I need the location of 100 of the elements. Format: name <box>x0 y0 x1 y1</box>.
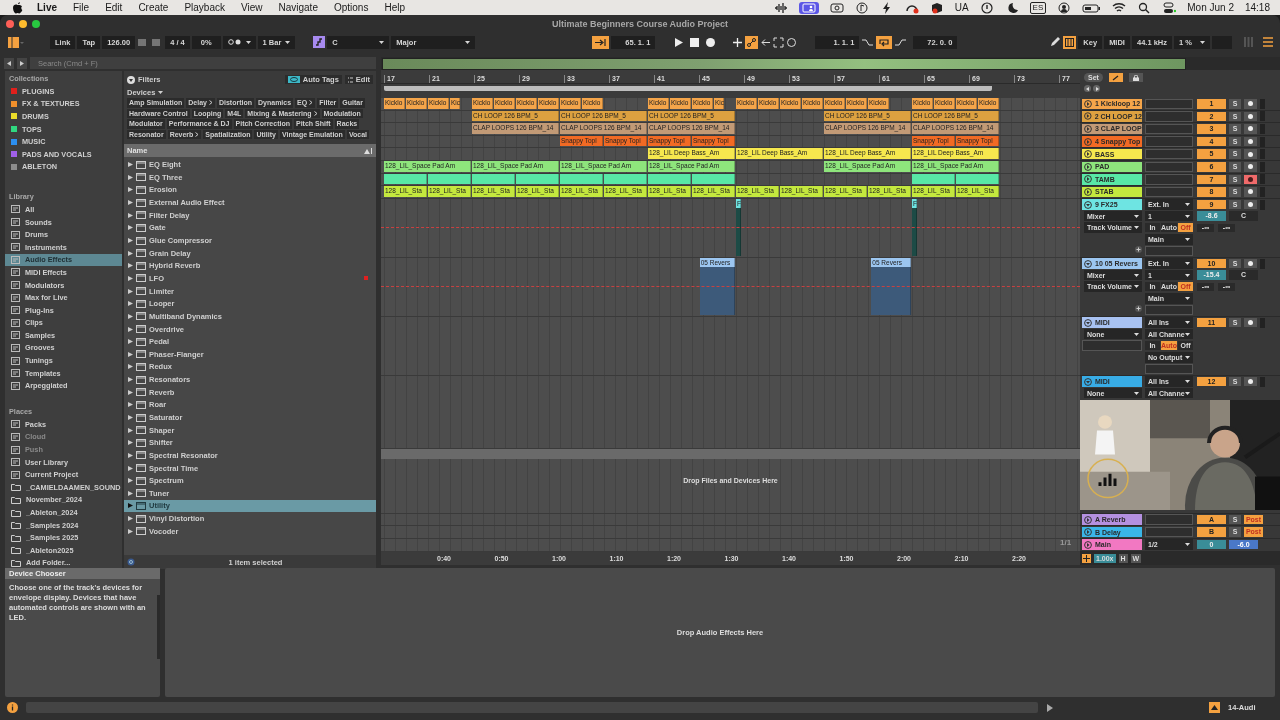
loop-button[interactable] <box>876 35 893 49</box>
fold-triangle-icon[interactable] <box>1087 177 1090 182</box>
close-button[interactable] <box>6 20 14 28</box>
menu-item[interactable]: File <box>65 2 98 13</box>
fold-triangle-icon[interactable] <box>1087 139 1090 144</box>
fold-circle-icon[interactable] <box>1084 150 1092 159</box>
arm-button[interactable] <box>1244 162 1257 172</box>
input-field[interactable] <box>1145 123 1193 135</box>
audio-clip[interactable] <box>692 173 735 185</box>
fold-circle-icon[interactable] <box>1084 187 1092 196</box>
fold-circle-icon[interactable] <box>1084 99 1092 108</box>
fit-icon[interactable] <box>1082 553 1091 563</box>
menu-item[interactable]: Playback <box>176 2 233 13</box>
triangle-icon[interactable] <box>128 465 133 471</box>
fold-circle-icon[interactable] <box>1084 137 1092 146</box>
right-arrow-button[interactable] <box>1093 85 1100 92</box>
fold-triangle-icon[interactable] <box>1086 380 1090 384</box>
fold-circle-icon[interactable] <box>1084 528 1092 537</box>
input-field[interactable] <box>1145 161 1193 172</box>
audio-clip[interactable] <box>516 173 559 185</box>
fold-circle-icon[interactable] <box>1084 175 1092 184</box>
track-icon[interactable] <box>1209 702 1220 713</box>
arm-button[interactable] <box>1244 317 1257 328</box>
play-icon[interactable] <box>673 36 685 48</box>
screen-share-button[interactable] <box>798 1 819 14</box>
pencil-icon[interactable] <box>1049 36 1062 48</box>
menu-icon[interactable] <box>1262 36 1274 48</box>
triangle-icon[interactable] <box>128 415 133 420</box>
audio-clip[interactable] <box>604 173 647 185</box>
apple-icon[interactable] <box>12 1 23 14</box>
fold-circle-icon[interactable] <box>1084 515 1092 524</box>
fold-circle-icon[interactable] <box>1084 318 1092 327</box>
fold-circle-icon[interactable] <box>1084 125 1092 133</box>
back-button[interactable] <box>4 57 14 69</box>
audio-clip[interactable] <box>560 173 603 185</box>
control-center-icon[interactable] <box>1162 1 1177 14</box>
menu-item[interactable]: View <box>232 2 271 13</box>
menu-item[interactable]: Create <box>130 2 177 13</box>
arm-button[interactable] <box>1244 149 1257 159</box>
back-to-arrangement-button[interactable] <box>592 35 610 49</box>
fold-triangle-icon[interactable] <box>1086 321 1090 325</box>
menu-item[interactable]: Navigate <box>270 2 326 13</box>
input-field[interactable] <box>1145 526 1193 538</box>
alert-circle-icon[interactable] <box>979 1 994 14</box>
output-field[interactable] <box>1145 245 1193 257</box>
arm-button[interactable] <box>1244 376 1257 387</box>
minimize-button[interactable] <box>19 20 27 28</box>
circle-icon[interactable] <box>786 36 798 48</box>
panel-toggle-icon[interactable] <box>8 36 24 48</box>
date-text[interactable]: Mon Jun 2 <box>1187 2 1234 13</box>
menu-item[interactable]: Options <box>325 2 377 13</box>
keyboard-button[interactable] <box>1063 35 1077 49</box>
app-menu[interactable]: Live <box>23 2 65 13</box>
fold-triangle-icon[interactable] <box>1087 101 1090 106</box>
output-field[interactable] <box>1145 304 1193 316</box>
arm-button[interactable] <box>1244 258 1257 269</box>
input-field[interactable] <box>1145 111 1193 122</box>
waveform-icon[interactable] <box>773 1 788 14</box>
audio-clip[interactable] <box>428 173 471 185</box>
output-field[interactable] <box>1145 363 1193 375</box>
video-camera-icon[interactable] <box>829 1 844 14</box>
input-field[interactable] <box>1145 98 1193 110</box>
fold-circle-icon[interactable] <box>1084 377 1092 386</box>
triangle-icon[interactable] <box>128 402 133 408</box>
audio-clip[interactable] <box>648 173 691 185</box>
input-field[interactable] <box>1145 186 1193 198</box>
arm-button[interactable] <box>1244 199 1257 210</box>
fold-triangle-icon[interactable] <box>1087 189 1090 194</box>
stop-icon[interactable] <box>689 36 701 48</box>
audio-clip[interactable] <box>956 173 999 185</box>
punch-out-icon[interactable] <box>894 36 908 48</box>
input-source-indicator[interactable]: ES <box>1029 1 1047 14</box>
arm-button[interactable] <box>1244 174 1257 185</box>
triangle-icon[interactable] <box>128 364 133 370</box>
arm-button[interactable] <box>1244 187 1257 197</box>
music-note-icon[interactable] <box>854 1 869 14</box>
input-field[interactable] <box>1145 148 1193 160</box>
punch-in-icon[interactable] <box>861 36 875 48</box>
box-icon[interactable] <box>929 1 944 14</box>
search-icon[interactable] <box>1137 1 1152 14</box>
audio-clip[interactable] <box>384 173 427 185</box>
triangle-icon[interactable] <box>128 187 133 193</box>
play-icon[interactable] <box>1046 703 1053 712</box>
sort-icon[interactable] <box>364 147 372 154</box>
overview-strip[interactable] <box>382 58 1186 70</box>
triangle-icon[interactable] <box>128 427 133 433</box>
arm-button[interactable] <box>1244 136 1257 147</box>
filter-icon[interactable] <box>127 75 135 84</box>
input-field[interactable] <box>1145 136 1193 147</box>
arm-button[interactable] <box>1244 111 1257 122</box>
forward-button[interactable] <box>17 57 27 69</box>
add-circle-icon[interactable] <box>1135 304 1142 312</box>
left-arrow-button[interactable] <box>1084 85 1091 92</box>
arm-button[interactable] <box>1244 99 1257 109</box>
fold-circle-icon[interactable] <box>1084 162 1092 171</box>
triangle-icon[interactable] <box>128 288 133 294</box>
triangle-icon[interactable] <box>128 225 133 231</box>
fold-triangle-icon[interactable] <box>1087 152 1090 157</box>
capture-icon[interactable] <box>773 36 785 48</box>
fold-triangle-icon[interactable] <box>1086 203 1090 207</box>
